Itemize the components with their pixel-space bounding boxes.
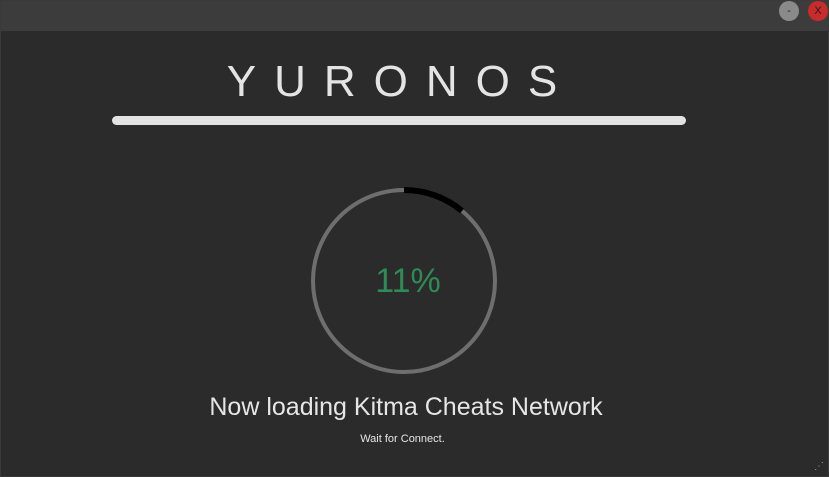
- resize-grip-icon[interactable]: ⋰: [814, 462, 824, 472]
- brand-title: YURONOS: [226, 57, 576, 106]
- close-button[interactable]: X: [808, 1, 828, 21]
- titlebar[interactable]: - X: [1, 1, 828, 31]
- loader-window: - X YURONOS 11% Now loading Kitma Cheats…: [0, 0, 829, 477]
- loading-subtext: Wait for Connect.: [360, 433, 445, 445]
- progress-percent: 11%: [375, 262, 441, 300]
- brand-underline: [112, 116, 686, 125]
- progress-ring: 11%: [308, 185, 500, 377]
- minimize-button[interactable]: -: [779, 1, 799, 21]
- loading-headline: Now loading Kitma Cheats Network: [209, 393, 603, 421]
